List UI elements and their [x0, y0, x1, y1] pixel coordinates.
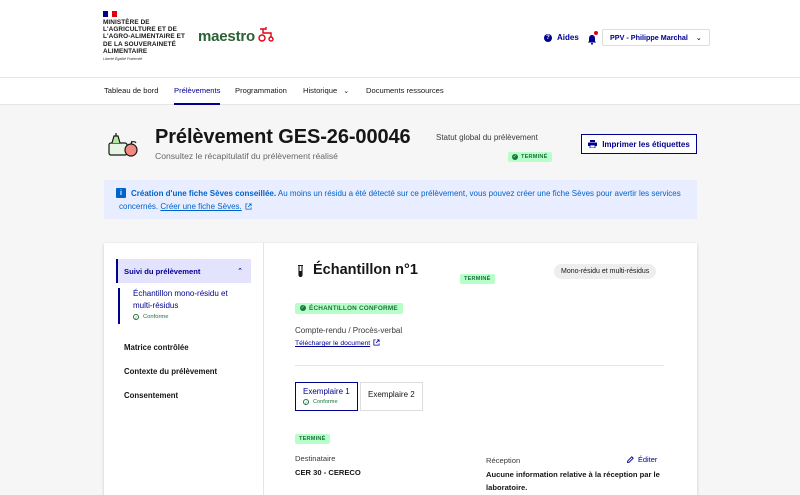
compte-rendu-label: Compte-rendu / Procès-verbal [295, 326, 403, 335]
nav-prelevements[interactable]: Prélèvements [174, 78, 221, 105]
check-circle-icon: ✓ [303, 399, 309, 405]
analysis-type-tag: Mono-résidu et multi-résidus [554, 264, 657, 279]
alert-text: Création d'une fiche Sèves conseillée. A… [119, 188, 689, 213]
side-menu-matrice[interactable]: Matrice contrôlée [124, 343, 189, 352]
vegetables-icon [108, 133, 138, 157]
edit-reception-button[interactable]: Éditer [627, 455, 657, 464]
nav-tableau-de-bord[interactable]: Tableau de bord [104, 78, 158, 105]
help-icon: ? [544, 33, 552, 42]
conformite-badge: ✓ Échantillon conforme [295, 296, 403, 314]
seves-alert: i Création d'une fiche Sèves conseillée.… [104, 180, 697, 219]
check-circle-icon: ✓ [133, 314, 139, 320]
aides-label: Aides [557, 33, 579, 42]
destinataire-value: CER 30 - CERECO [295, 468, 361, 477]
download-document-link[interactable]: Télécharger le document [295, 339, 380, 347]
maestro-logo[interactable]: maestro [198, 26, 275, 45]
side-menu-status-label: Conforme [143, 314, 169, 320]
edit-reception-label: Éditer [638, 455, 658, 464]
side-menu: Suivi du prélèvement ⌃ Échantillon mono-… [104, 243, 264, 495]
reception-value: Aucune information relative à la récepti… [486, 470, 660, 492]
exemplaire-status: Terminé [299, 436, 326, 442]
prelevement-card: Suivi du prélèvement ⌃ Échantillon mono-… [104, 243, 697, 495]
conformite-label: Échantillon conforme [309, 304, 398, 312]
create-seves-link[interactable]: Créer une fiche Sèves. [160, 201, 252, 211]
check-circle-icon: ✓ [300, 305, 306, 311]
statut-badge: ✓ Terminé [508, 145, 552, 163]
user-menu[interactable]: PPV - Philippe Marchal ⌄ [602, 29, 710, 46]
main-nav: Tableau de bord Prélèvements Programmati… [0, 78, 800, 105]
download-document-label: Télécharger le document [295, 340, 371, 347]
echantillon-section: Échantillon n°1 Terminé Mono-résidu et m… [264, 243, 697, 495]
print-labels-label: Imprimer les étiquettes [602, 139, 690, 149]
aides-link[interactable]: ? Aides [544, 33, 579, 42]
echantillon-status: Terminé [464, 276, 491, 282]
side-menu-suivi-label: Suivi du prélèvement [124, 266, 201, 276]
bell-icon [588, 35, 596, 45]
print-labels-button[interactable]: Imprimer les étiquettes [581, 134, 697, 154]
statut-value: Terminé [521, 154, 548, 160]
government-motto: Liberté Égalité Fraternité [103, 57, 143, 62]
brand-name: maestro [198, 28, 255, 45]
tab-exemplaire-1-status-label: Conforme [313, 399, 338, 405]
page-subtitle: Consultez le récapitulatif du prélèvemen… [155, 151, 338, 161]
chevron-down-icon: ⌄ [343, 88, 350, 95]
nav-documents-ressources[interactable]: Documents ressources [366, 78, 444, 105]
user-name: PPV - Philippe Marchal [610, 33, 688, 42]
page-title: Prélèvement GES-26-00046 [155, 126, 411, 148]
statut-label: Statut global du prélèvement [436, 133, 538, 142]
side-menu-contexte[interactable]: Contexte du prélèvement [124, 367, 217, 376]
tab-exemplaire-1[interactable]: Exemplaire 1 ✓ Conforme [295, 382, 358, 411]
printer-icon [588, 140, 598, 148]
tab-exemplaire-1-label: Exemplaire 1 [303, 387, 350, 396]
external-link-icon [245, 202, 252, 210]
nav-historique[interactable]: Historique ⌄ [303, 78, 349, 105]
nav-historique-label: Historique [303, 86, 338, 95]
side-menu-echantillon-status: ✓ Conforme [133, 314, 243, 320]
notifications-button[interactable] [587, 31, 598, 45]
side-menu-echantillon-label: Échantillon mono-résidu et multi-résidus [133, 289, 228, 310]
alert-title: Création d'une fiche Sèves conseillée. [131, 189, 277, 198]
notification-dot [594, 31, 598, 35]
tab-exemplaire-1-status: ✓ Conforme [303, 399, 350, 405]
side-menu-echantillon[interactable]: Échantillon mono-résidu et multi-résidus… [118, 288, 243, 324]
nav-programmation[interactable]: Programmation [235, 78, 287, 105]
test-tube-icon [298, 265, 303, 277]
chevron-down-icon: ⌄ [695, 34, 702, 42]
destinataire-label: Destinataire [295, 454, 336, 463]
side-menu-suivi[interactable]: Suivi du prélèvement ⌃ [116, 259, 251, 283]
side-menu-consentement[interactable]: Consentement [124, 391, 178, 400]
echantillon-status-badge: Terminé [460, 267, 495, 285]
government-name: Ministère de l'Agriculture et de l'Agro-… [103, 19, 185, 55]
tractor-icon [258, 26, 274, 42]
exemplaire-status-badge: Terminé [295, 427, 330, 445]
divider [295, 365, 664, 366]
chevron-up-icon: ⌃ [237, 268, 243, 275]
echantillon-title: Échantillon n°1 [313, 262, 418, 278]
check-circle-icon: ✓ [512, 154, 518, 160]
government-logo[interactable]: Ministère de l'Agriculture et de l'Agro-… [103, 11, 193, 61]
tab-exemplaire-2[interactable]: Exemplaire 2 [360, 382, 423, 411]
external-link-icon [373, 339, 380, 346]
flag-icon [103, 11, 118, 17]
pencil-icon [627, 456, 634, 463]
tab-exemplaire-2-label: Exemplaire 2 [368, 390, 415, 399]
header: Ministère de l'Agriculture et de l'Agro-… [0, 0, 800, 78]
create-seves-label: Créer une fiche Sèves. [160, 201, 242, 211]
reception-label: Réception [486, 456, 521, 465]
